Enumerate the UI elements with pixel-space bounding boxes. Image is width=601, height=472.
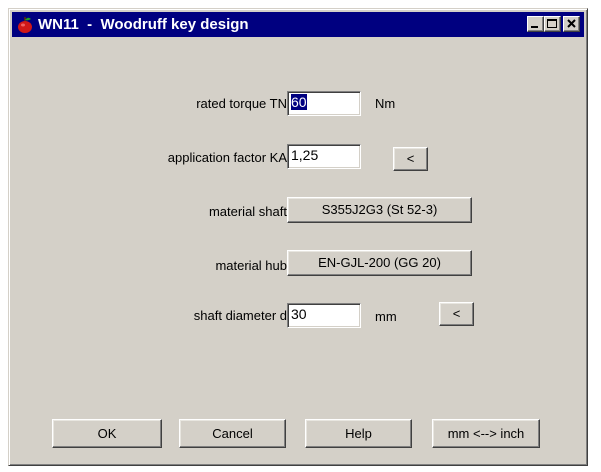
rated-torque-unit: Nm bbox=[375, 96, 396, 111]
shaft-diameter-unit: mm bbox=[375, 309, 397, 324]
title-bar[interactable]: WN11 - Woodruff key design bbox=[12, 12, 584, 37]
rated-torque-label: rated torque TN bbox=[196, 96, 287, 111]
window-title: WN11 - Woodruff key design bbox=[38, 16, 249, 33]
material-shaft-label: material shaft bbox=[208, 204, 287, 219]
material-hub-button[interactable]: EN-GJL-200 (GG 20) bbox=[287, 250, 472, 276]
maximize-button[interactable] bbox=[544, 16, 561, 32]
close-icon bbox=[567, 19, 576, 28]
minimize-icon bbox=[531, 26, 538, 28]
ok-button[interactable]: OK bbox=[52, 419, 162, 448]
shaft-diameter-input[interactable]: 30 bbox=[287, 303, 361, 328]
rated-torque-value: 60 bbox=[291, 94, 307, 110]
cancel-button[interactable]: Cancel bbox=[179, 419, 286, 448]
dialog-window: WN11 - Woodruff key design rated torque … bbox=[8, 8, 588, 466]
application-factor-label: application factor KA bbox=[167, 150, 287, 165]
application-factor-input[interactable]: 1,25 bbox=[287, 144, 361, 169]
help-button[interactable]: Help bbox=[305, 419, 412, 448]
minimize-button[interactable] bbox=[527, 16, 544, 32]
application-factor-value: 1,25 bbox=[291, 147, 319, 163]
material-hub-label: material hub bbox=[215, 258, 287, 273]
shaft-diameter-value: 30 bbox=[291, 306, 307, 322]
unit-toggle-button[interactable]: mm <--> inch bbox=[432, 419, 540, 448]
shaft-diameter-select-button[interactable]: < bbox=[439, 302, 474, 326]
material-shaft-button[interactable]: S355J2G3 (St 52-3) bbox=[287, 197, 472, 223]
maximize-icon bbox=[547, 19, 557, 28]
shaft-diameter-label: shaft diameter d bbox=[193, 308, 287, 323]
rated-torque-input[interactable]: 60 bbox=[287, 91, 361, 116]
application-factor-select-button[interactable]: < bbox=[393, 147, 428, 171]
apple-app-icon bbox=[16, 16, 34, 34]
close-button[interactable] bbox=[563, 16, 580, 32]
